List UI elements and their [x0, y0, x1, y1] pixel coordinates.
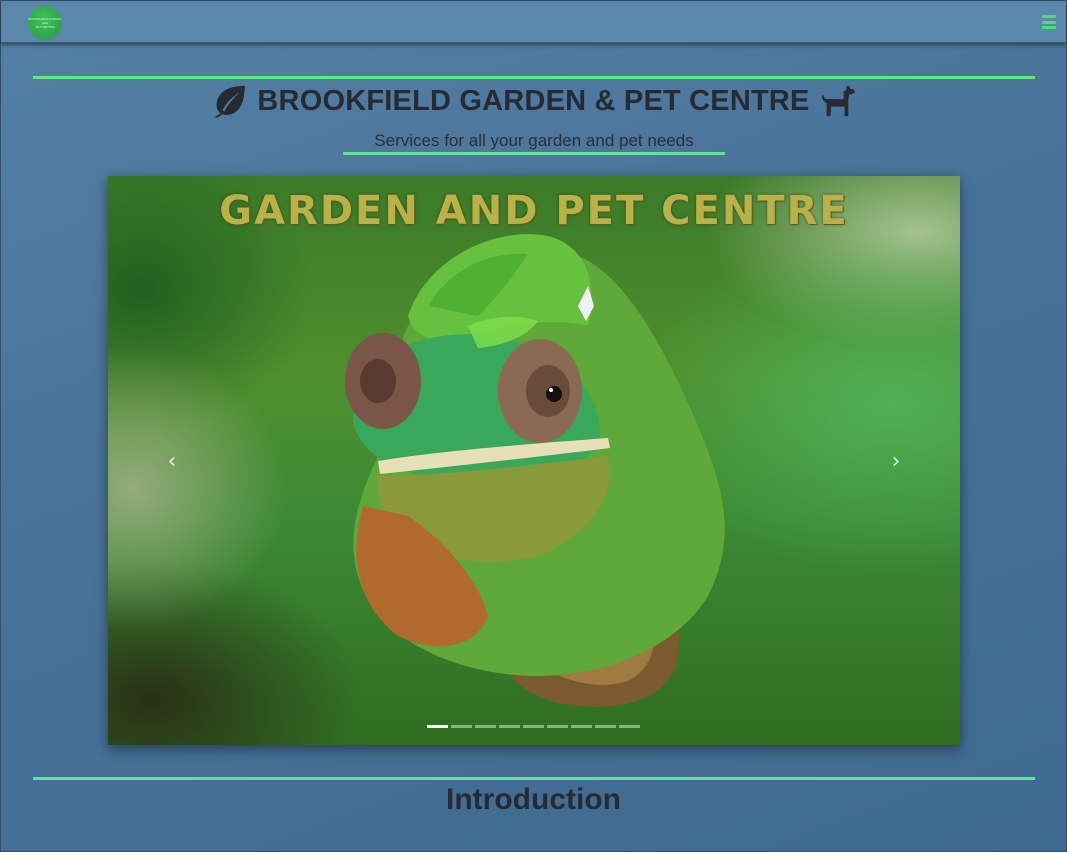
hero-carousel[interactable]: GARDEN AND PET CENTRE ‹ ›: [108, 176, 960, 745]
carousel-indicator-4[interactable]: [499, 725, 520, 728]
carousel-indicator-5[interactable]: [523, 725, 544, 728]
carousel-indicator-7[interactable]: [571, 725, 592, 728]
hamburger-bar: [1042, 26, 1056, 29]
logo[interactable]: BROOKFIELD GARDEN AND PET CENTRE: [28, 6, 62, 40]
carousel-indicator-2[interactable]: [451, 725, 472, 728]
dog-icon: [821, 85, 855, 117]
carousel-indicator-6[interactable]: [547, 725, 568, 728]
intro-heading: Introduction: [446, 783, 621, 816]
site-title-row: BROOKFIELD GARDEN & PET CENTRE: [0, 82, 1067, 120]
hamburger-bar: [1042, 15, 1056, 18]
carousel-indicator-9[interactable]: [619, 725, 640, 728]
carousel-prev-button[interactable]: ‹: [152, 446, 192, 476]
carousel-indicator-1[interactable]: [427, 725, 448, 728]
hamburger-icon[interactable]: [1042, 15, 1056, 29]
leaf-icon: [215, 85, 246, 118]
carousel-next-button[interactable]: ›: [876, 446, 916, 476]
chameleon-image: [345, 234, 725, 707]
navbar: BROOKFIELD GARDEN AND PET CENTRE: [1, 1, 1066, 43]
carousel-indicator-3[interactable]: [475, 725, 496, 728]
hamburger-bar: [1042, 20, 1056, 24]
carousel-indicators: [427, 725, 640, 728]
chevron-left-icon: ‹: [167, 448, 177, 474]
carousel-indicator-8[interactable]: [595, 725, 616, 728]
header-divider: [33, 76, 1035, 79]
intro-divider: [33, 777, 1035, 780]
site-title: BROOKFIELD GARDEN & PET CENTRE: [257, 84, 810, 117]
site-subtitle: Services for all your garden and pet nee…: [343, 131, 725, 155]
banner-text: GARDEN AND PET CENTRE: [219, 188, 849, 234]
chevron-right-icon: ›: [891, 448, 901, 474]
logo-text-line-3: PET CENTRE: [35, 25, 55, 29]
